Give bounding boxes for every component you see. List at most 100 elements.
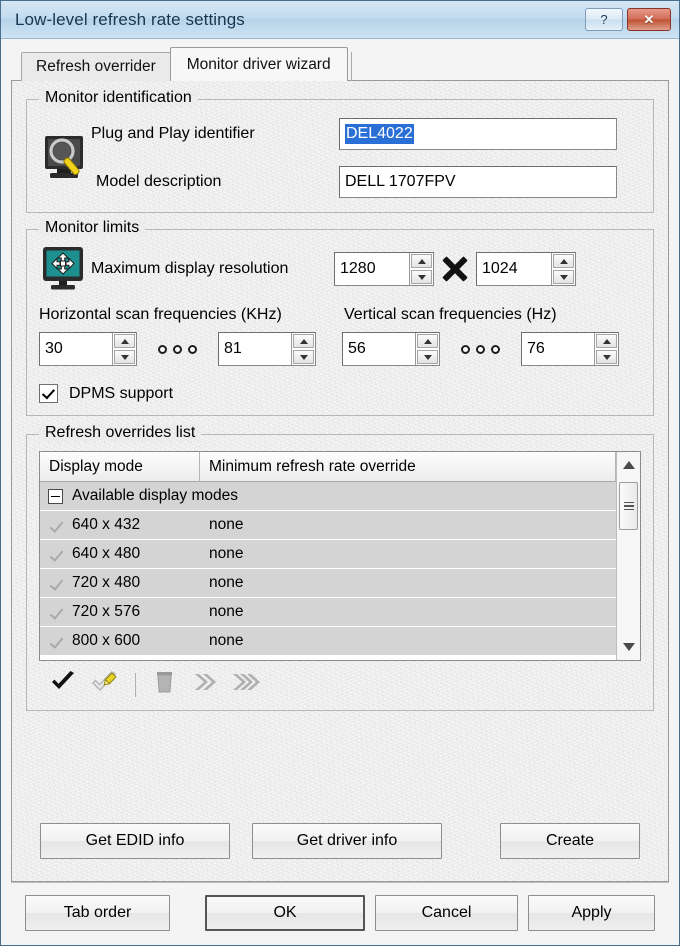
h-min-decrement[interactable] (114, 350, 135, 364)
window-title: Low-level refresh rate settings (15, 9, 245, 29)
edit-check-pencil-icon[interactable] (91, 670, 119, 699)
scroll-down-button[interactable] (617, 634, 640, 660)
row-check-icon (49, 548, 64, 561)
arrow-up-icon (417, 258, 426, 264)
row-display-mode: 640 x 432 (72, 516, 141, 533)
row-override-value: none (200, 511, 616, 539)
h-max-stepper[interactable]: 81 (218, 332, 316, 366)
v-min-increment[interactable] (417, 334, 438, 348)
table-group-row-available-display-modes[interactable]: Available display modes (40, 482, 616, 511)
v-range-separator-icon (461, 344, 500, 354)
close-button[interactable]: ✕ (627, 8, 671, 31)
v-max-increment[interactable] (596, 334, 617, 348)
v-min-stepper[interactable]: 56 (342, 332, 440, 366)
get-edid-info-button[interactable]: Get EDID info (40, 823, 230, 859)
collapse-expander-icon[interactable] (48, 488, 63, 504)
tab-refresh-overrider[interactable]: Refresh overrider (21, 52, 171, 81)
v-min-stepper-buttons (415, 333, 439, 365)
max-width-value: 1280 (340, 260, 376, 277)
v-min-decrement[interactable] (417, 350, 438, 364)
row-check-icon (49, 577, 64, 590)
column-header-display-mode[interactable]: Display mode (40, 452, 200, 481)
v-max-stepper-buttons (594, 333, 618, 365)
arrow-down-icon (417, 274, 426, 280)
table-body: Display mode Minimum refresh rate overri… (40, 452, 616, 660)
scrollbar-track[interactable] (617, 478, 640, 634)
tab-monitor-driver-wizard[interactable]: Monitor driver wizard (169, 47, 348, 81)
max-width-decrement[interactable] (411, 270, 432, 284)
row-display-mode: 640 x 480 (72, 545, 141, 562)
scroll-down-arrow-icon (622, 643, 635, 651)
ok-button[interactable]: OK (205, 895, 365, 931)
row-check-icon (49, 635, 64, 648)
table-row[interactable]: 720 x 576 none (40, 598, 616, 627)
forward-double-chevron-icon[interactable] (192, 670, 218, 699)
help-button[interactable]: ? (585, 8, 623, 31)
group-monitor-limits: Monitor limits Maximum display resolutio… (26, 219, 654, 416)
create-button[interactable]: Create (500, 823, 640, 859)
row-display-mode: 720 x 480 (72, 574, 141, 591)
dialog-footer: Tab order OK Cancel Apply (11, 882, 669, 945)
table-row[interactable]: 720 x 480 none (40, 569, 616, 598)
row-check-icon (49, 519, 64, 532)
vertical-scan-label: Vertical scan frequencies (Hz) (344, 306, 557, 323)
h-max-increment[interactable] (293, 334, 314, 348)
horizontal-scan-label: Horizontal scan frequencies (KHz) (39, 306, 282, 323)
row-override-value: none (200, 598, 616, 626)
list-toolbar (39, 661, 641, 702)
delete-trash-icon[interactable] (152, 669, 178, 700)
window-controls: ? ✕ (585, 8, 675, 31)
column-header-minimum-refresh-rate-override[interactable]: Minimum refresh rate override (200, 452, 616, 481)
group-title-monitor-identification: Monitor identification (39, 89, 198, 107)
arrow-up-icon (299, 338, 308, 344)
v-min-value: 56 (348, 340, 366, 357)
h-min-value: 30 (45, 340, 63, 357)
arrow-up-icon (559, 258, 568, 264)
dialog-window: Low-level refresh rate settings ? ✕ Refr… (0, 0, 680, 946)
v-max-value: 76 (527, 340, 545, 357)
scroll-up-button[interactable] (617, 452, 640, 478)
max-width-increment[interactable] (411, 254, 432, 268)
forward-triple-chevron-icon[interactable] (232, 670, 262, 699)
group-title-refresh-overrides: Refresh overrides list (39, 424, 201, 442)
arrow-down-icon (120, 354, 129, 360)
table-row[interactable]: 640 x 432 none (40, 511, 616, 540)
tab-order-button[interactable]: Tab order (25, 895, 170, 931)
apply-button[interactable]: Apply (528, 895, 655, 931)
max-width-stepper[interactable]: 1280 (334, 252, 434, 286)
client-area: Refresh overrider Monitor driver wizard … (1, 39, 679, 945)
h-max-stepper-buttons (291, 333, 315, 365)
v-max-decrement[interactable] (596, 350, 617, 364)
table-row[interactable]: 640 x 480 none (40, 540, 616, 569)
refresh-overrides-table[interactable]: Display mode Minimum refresh rate overri… (39, 451, 641, 661)
max-height-increment[interactable] (553, 254, 574, 268)
max-height-decrement[interactable] (553, 270, 574, 284)
scrollbar-thumb[interactable] (619, 482, 638, 530)
table-header-row: Display mode Minimum refresh rate overri… (40, 452, 616, 482)
dpms-support-checkbox[interactable] (39, 384, 58, 403)
get-driver-info-button[interactable]: Get driver info (252, 823, 442, 859)
arrow-up-icon (602, 338, 611, 344)
h-max-decrement[interactable] (293, 350, 314, 364)
cancel-button[interactable]: Cancel (375, 895, 518, 931)
apply-check-icon[interactable] (49, 670, 77, 699)
row-display-mode: 720 x 576 (72, 603, 141, 620)
title-bar: Low-level refresh rate settings ? ✕ (1, 1, 679, 39)
row-display-mode: 800 x 600 (72, 632, 141, 649)
action-button-row: Get EDID info Get driver info Create (26, 813, 654, 871)
scroll-up-arrow-icon (622, 461, 635, 469)
table-row[interactable]: 800 x 600 none (40, 627, 616, 656)
table-vertical-scrollbar[interactable] (616, 452, 640, 660)
h-min-stepper[interactable]: 30 (39, 332, 137, 366)
table-rows: Available display modes 640 x 432 none 6… (40, 482, 616, 660)
h-min-increment[interactable] (114, 334, 135, 348)
v-max-stepper[interactable]: 76 (521, 332, 619, 366)
monitor-resolution-icon (39, 246, 91, 292)
h-range-separator-icon (158, 344, 197, 354)
pnp-identifier-label: Plug and Play identifier (91, 125, 255, 142)
max-height-stepper[interactable]: 1024 (476, 252, 576, 286)
pnp-identifier-input[interactable]: DEL4022 (339, 118, 617, 150)
model-description-input[interactable]: DELL 1707FPV (339, 166, 617, 198)
toolbar-divider (135, 672, 136, 697)
arrow-up-icon (120, 338, 129, 344)
